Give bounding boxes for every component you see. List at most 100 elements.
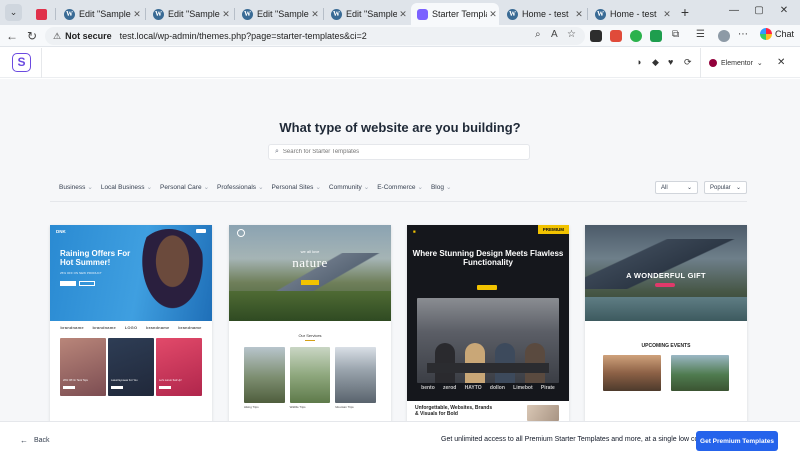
wordpress-icon: W: [331, 8, 342, 20]
search-input[interactable]: [282, 149, 503, 155]
extensions-puzzle-icon[interactable]: ⧉: [672, 29, 679, 40]
red-icon: [36, 8, 47, 20]
tab-red[interactable]: [30, 3, 52, 25]
tab-home-test-1[interactable]: W Home - test ✕: [501, 3, 585, 25]
template-preview-hero: ■ PREMIUM Where Stunning Design Meets Fl…: [407, 225, 569, 401]
category-professionals[interactable]: Professionals ⌄: [217, 183, 263, 191]
starter-templates-logo[interactable]: S: [12, 53, 31, 72]
category-personal-sites[interactable]: Personal Sites ⌄: [272, 183, 321, 191]
get-premium-templates-button[interactable]: Get Premium Templates: [696, 431, 778, 451]
template-preview-hero: A WONDERFUL GIFT: [585, 225, 747, 321]
starter-templates-icon: [417, 8, 428, 20]
chat-button[interactable]: Chat: [760, 28, 794, 40]
wordpress-icon: W: [595, 8, 606, 20]
tab-close-icon[interactable]: ✕: [661, 9, 673, 20]
service-images: [229, 346, 391, 403]
tab-starter-templates[interactable]: Starter Templates ✕: [411, 3, 499, 25]
tab-close-icon[interactable]: ✕: [309, 9, 321, 20]
extension-icon[interactable]: [630, 30, 642, 42]
tab-close-icon[interactable]: ✕: [397, 9, 409, 20]
minimize-button[interactable]: —: [727, 5, 741, 16]
template-preview-hero: DNK Raining Offers For Hot Summer! 25% O…: [50, 225, 212, 321]
sort-select[interactable]: Popular ⌄: [704, 181, 747, 194]
back-arrow-icon[interactable]: ←: [4, 28, 20, 44]
close-window-button[interactable]: ✕: [777, 5, 791, 16]
extension-icon[interactable]: [610, 30, 622, 42]
maximize-button[interactable]: ▢: [752, 5, 766, 16]
tab-close-icon[interactable]: ✕: [220, 9, 232, 20]
tab-close-icon[interactable]: ✕: [573, 9, 585, 20]
upsell-text: Get unlimited access to all Premium Star…: [441, 436, 706, 443]
zoom-icon[interactable]: ⌕: [535, 29, 541, 40]
read-aloud-icon[interactable]: A: [551, 29, 558, 40]
favorites-icon[interactable]: ☰: [696, 29, 705, 40]
wordpress-icon: W: [242, 8, 253, 20]
chevron-down-icon: ⌄: [686, 185, 692, 191]
warning-icon: ⚠: [53, 30, 62, 41]
copilot-icon: [760, 28, 772, 40]
template-preview-hero: we all love nature: [229, 225, 391, 321]
elementor-icon: [709, 59, 717, 67]
category-e-commerce[interactable]: E-Commerce ⌄: [377, 183, 423, 191]
team-photo: [417, 298, 559, 383]
template-card-nature[interactable]: we all love nature Our Services Hiking T…: [229, 225, 391, 421]
tab-close-icon[interactable]: ✕: [487, 9, 499, 20]
main-content: What type of website are you building? ⌕…: [0, 79, 800, 421]
category-local-business[interactable]: Local Business ⌄: [101, 183, 152, 191]
more-options-icon[interactable]: ⋯: [738, 29, 748, 40]
template-card-agency-premium[interactable]: ■ PREMIUM Where Stunning Design Meets Fl…: [407, 225, 569, 421]
app-header: S ◑ ◆ ♥ ⟳ Elementor ⌄ ✕: [0, 48, 800, 78]
profile-avatar[interactable]: [718, 30, 730, 42]
color-palette-icon[interactable]: ◑: [636, 57, 641, 67]
filter-all-select[interactable]: All ⌄: [655, 181, 698, 194]
tab-actions-menu-icon[interactable]: ⌄: [5, 4, 22, 21]
back-button[interactable]: ← Back: [20, 436, 50, 445]
footer-bar: ← Back Get unlimited access to all Premi…: [0, 421, 800, 460]
arrow-left-icon: ←: [20, 436, 28, 445]
extension-icon[interactable]: [590, 30, 602, 42]
template-card-events[interactable]: A WONDERFUL GIFT UPCOMING EVENTS: [585, 225, 747, 421]
chevron-down-icon: ⌄: [735, 185, 741, 191]
extension-icon[interactable]: [650, 30, 662, 42]
category-business[interactable]: Business ⌄: [59, 183, 93, 191]
browser-tab-strip: ⌄ W Edit "Sample Page" ✕ W Edit "Sample …: [0, 0, 800, 25]
tab-close-icon[interactable]: ✕: [131, 9, 143, 20]
search-icon: ⌕: [275, 148, 279, 155]
premium-badge: PREMIUM: [537, 225, 569, 234]
category-personal-care[interactable]: Personal Care ⌄: [160, 183, 209, 191]
category-blog[interactable]: Blog ⌄: [431, 183, 451, 191]
client-logos: bento zerod HAYTO dollon Limebot Pirate: [421, 385, 555, 391]
page-title: What type of website are you building?: [279, 120, 521, 135]
heart-icon[interactable]: ♥: [668, 57, 673, 67]
new-tab-button[interactable]: +: [677, 4, 693, 20]
page-builder-select[interactable]: Elementor ⌄: [700, 48, 768, 78]
wordpress-icon: W: [507, 8, 518, 20]
address-bar[interactable]: ⚠ Not secure test.local/wp-admin/themes.…: [45, 27, 585, 45]
template-card-fashion[interactable]: DNK Raining Offers For Hot Summer! 25% O…: [50, 225, 212, 421]
model-photo: [134, 229, 204, 321]
wordpress-icon: W: [64, 8, 75, 20]
tab-edit-sample-page-4[interactable]: W Edit "Sample Page" ✕: [325, 3, 409, 25]
tab-edit-sample-page-1[interactable]: W Edit "Sample Page" ✕: [58, 3, 143, 25]
wordpress-icon: W: [153, 8, 164, 20]
security-label: Not secure: [65, 31, 112, 41]
favorite-star-icon[interactable]: ☆: [567, 29, 576, 40]
tab-edit-sample-page-2[interactable]: W Edit "Sample Page" ✕: [147, 3, 232, 25]
brand-logos: brandname brandname LOGO brandname brandname: [60, 325, 202, 330]
chat-bubble-icon[interactable]: ◆: [652, 57, 659, 68]
event-images: [585, 355, 747, 391]
reload-icon[interactable]: ↻: [24, 28, 40, 44]
close-icon[interactable]: ✕: [777, 57, 785, 68]
divider: [50, 201, 747, 202]
site-logo-icon: [237, 229, 245, 237]
sync-icon[interactable]: ⟳: [684, 57, 692, 68]
product-tiles: 20% Off On Tank Tops Latest Eyewear For …: [50, 338, 212, 396]
tab-home-test-2[interactable]: W Home - test ✕: [589, 3, 673, 25]
chevron-down-icon: ⌄: [756, 60, 763, 67]
template-search[interactable]: ⌕: [268, 144, 530, 160]
category-community[interactable]: Community ⌄: [329, 183, 369, 191]
url-text: test.local/wp-admin/themes.php?page=star…: [119, 31, 367, 41]
browser-toolbar: ← ↻ ⚠ Not secure test.local/wp-admin/the…: [0, 25, 800, 47]
category-nav: Business ⌄ Local Business ⌄ Personal Care ⌄…: [59, 183, 459, 191]
tab-edit-sample-page-3[interactable]: W Edit "Sample Page" ✕: [236, 3, 321, 25]
